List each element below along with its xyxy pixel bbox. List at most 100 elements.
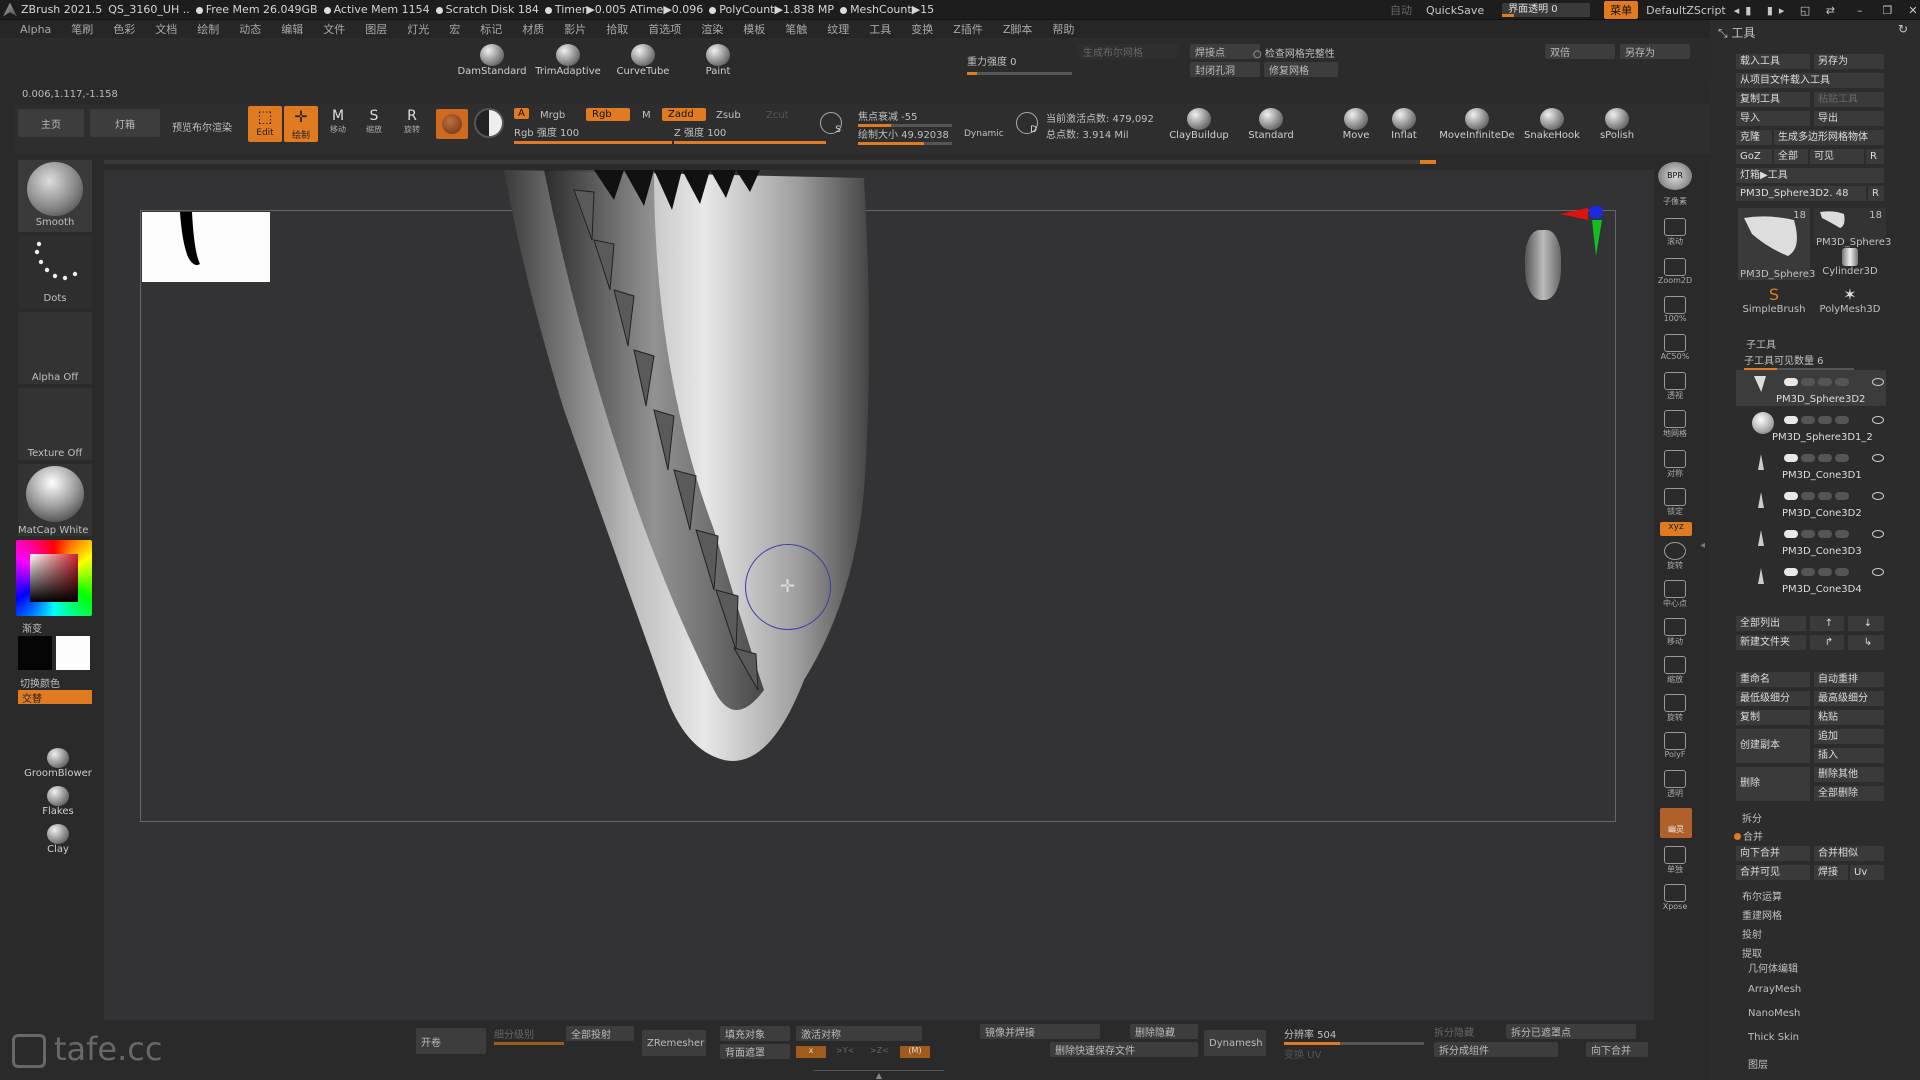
symmetry-button[interactable]: 对称 (1654, 450, 1696, 479)
menu-material[interactable]: 材质 (522, 21, 544, 37)
lowest-subdiv-button[interactable]: 最低级细分 (1736, 691, 1810, 706)
delete-all-button[interactable]: 全部删除 (1814, 786, 1884, 801)
menu-stencil[interactable]: 模板 (743, 21, 765, 37)
new-folder-button[interactable]: 新建文件夹 (1736, 635, 1806, 650)
layout-icons[interactable]: ◂▮ ▮▸ ◱ ⇄ (1734, 4, 1841, 17)
split-masked-button[interactable]: 拆分已遮罩点 (1506, 1024, 1636, 1039)
check-mesh-toggle[interactable]: ○ 检查网格完整性 (1253, 45, 1335, 60)
scroll-button[interactable]: 滚动 (1654, 218, 1696, 247)
restore-icon[interactable]: ❐ (1883, 4, 1893, 17)
nanomesh-section[interactable]: NanoMesh (1748, 1008, 1800, 1019)
subtool-item[interactable]: PM3D_Sphere3D2 (1740, 372, 1890, 406)
shelf-brush-move[interactable]: Move (1336, 108, 1376, 141)
transparency-button[interactable]: 透明 (1654, 770, 1696, 799)
shelf-brush-inflat[interactable]: Inflat (1384, 108, 1424, 141)
material-swatch-button[interactable] (436, 109, 468, 139)
delete-hidden-button[interactable]: 删除隐藏 (1130, 1024, 1198, 1039)
symmetry-x-button[interactable]: x (796, 1046, 826, 1058)
subtool-visibility-icon[interactable] (1872, 378, 1884, 386)
menu-texture[interactable]: 纹理 (827, 21, 849, 37)
load-from-project-button[interactable]: 从项目文件载入工具 (1736, 73, 1884, 88)
weld-button[interactable]: 焊接 (1814, 865, 1848, 880)
menu-macro[interactable]: 宏 (449, 21, 460, 37)
shelf-brush-standard[interactable]: Standard (1240, 108, 1302, 141)
subtool-visibility-icon[interactable] (1872, 492, 1884, 500)
export-button[interactable]: 导出 (1814, 111, 1884, 126)
rotate-view-button-2[interactable]: 旋转 (1654, 694, 1696, 723)
lazy-mouse-d-icon[interactable]: D (1016, 112, 1038, 135)
folder-action-button-2[interactable]: ↳ (1848, 635, 1884, 650)
dynamic-toggle[interactable]: Dynamic (964, 129, 1004, 139)
close-icon[interactable]: ✕ (1908, 4, 1917, 17)
goz-all-button[interactable]: 全部 (1774, 149, 1808, 164)
project-section[interactable]: 投射 (1742, 926, 1762, 941)
clay-brush[interactable]: Clay (18, 824, 98, 855)
load-tool-button[interactable]: 载入工具 (1736, 54, 1810, 69)
paste-tool-button[interactable]: 粘贴工具 (1814, 92, 1884, 107)
brush-trimadaptive[interactable]: TrimAdaptive (530, 44, 606, 77)
refresh-icon[interactable]: ↻ (1898, 22, 1908, 36)
tool-thumb-simplebrush[interactable]: S SimpleBrush (1738, 286, 1810, 318)
a-toggle[interactable]: A (514, 108, 529, 119)
geometry-edit-section[interactable]: 几何体编辑 (1748, 960, 1798, 975)
scale-view-button[interactable]: 缩放 (1654, 656, 1696, 685)
alternate-button[interactable]: 交替 (18, 690, 92, 705)
clone-button[interactable]: 克隆 (1736, 130, 1772, 145)
bottom-shelf-handle[interactable]: ▲ (814, 1070, 944, 1080)
menu-file[interactable]: 文件 (323, 21, 345, 37)
symmetry-m-button[interactable]: (M) (900, 1046, 930, 1058)
subtool-visibility-icon[interactable] (1872, 416, 1884, 424)
draw-button[interactable]: ✛ 绘制 (284, 106, 318, 142)
dynamesh-button[interactable]: Dynamesh (1204, 1030, 1266, 1056)
lazy-mouse-s-icon[interactable]: S (820, 112, 842, 135)
goz-r-button[interactable]: R (1866, 149, 1884, 164)
extract-section[interactable]: 提取 (1742, 945, 1762, 960)
primary-color-swatch[interactable] (56, 636, 90, 670)
subtool-copy-button[interactable]: 复制 (1736, 710, 1810, 725)
sculpt-model[interactable] (464, 170, 1024, 780)
activate-symmetry-button[interactable]: 激活对称 (796, 1026, 922, 1041)
menu-marker[interactable]: 标记 (480, 21, 502, 37)
uv-button[interactable]: Uv (1850, 865, 1884, 880)
folder-action-button[interactable]: ↱ (1810, 635, 1844, 650)
delete-quicksave-button[interactable]: 删除快速保存文件 (1050, 1042, 1198, 1057)
menu-layer[interactable]: 图层 (365, 21, 387, 37)
subtool-item[interactable]: PM3D_Cone3D2 (1740, 486, 1890, 520)
auto-reorder-button[interactable]: 自动重排 (1814, 672, 1884, 687)
subtool-paste-button[interactable]: 粘贴 (1814, 710, 1884, 725)
dots-stroke-button[interactable]: Dots (18, 236, 92, 308)
menu-picker[interactable]: 拾取 (606, 21, 628, 37)
move-up-button[interactable]: ↑ (1810, 616, 1844, 631)
pivot-button[interactable]: 中心点 (1654, 580, 1696, 609)
thick-skin-section[interactable]: Thick Skin (1748, 1032, 1799, 1043)
axis-gizmo[interactable] (1558, 206, 1608, 260)
lock-button[interactable]: 锁定 (1654, 488, 1696, 517)
menu-draw[interactable]: 绘制 (197, 21, 219, 37)
home-button[interactable]: 主页 (18, 109, 84, 137)
fill-object-button[interactable]: 填充对象 (720, 1026, 790, 1041)
move-view-button[interactable]: 移动 (1654, 618, 1696, 647)
rgb-toggle[interactable]: Rgb (586, 108, 630, 121)
list-all-button[interactable]: 全部列出 (1736, 616, 1806, 631)
layers-section[interactable]: 图层 (1748, 1056, 1768, 1071)
delete-button[interactable]: 删除 (1736, 767, 1810, 801)
rotate-mode-button[interactable]: R 旋转 (396, 108, 428, 135)
brush-damstandard[interactable]: DamStandard (455, 44, 529, 77)
color-picker[interactable] (16, 540, 92, 616)
poly-uv-button[interactable]: 变换 UV (1284, 1046, 1321, 1061)
edit-button[interactable]: ⬚ Edit (248, 106, 282, 142)
minimize-icon[interactable]: – (1857, 4, 1863, 17)
merge-down-bottom-button[interactable]: 向下合并 (1586, 1042, 1648, 1057)
make-polymesh-button[interactable]: 生成多边形网格物体 (1774, 130, 1884, 145)
arraymesh-section[interactable]: ArrayMesh (1748, 984, 1801, 995)
ghost-button[interactable]: 幽灵 (1660, 808, 1692, 838)
merge-similar-button[interactable]: 合并相似 (1814, 846, 1884, 861)
repair-mesh-button[interactable]: 修复网格 (1264, 62, 1338, 77)
split-groups-button[interactable]: 拆分成组件 (1434, 1042, 1558, 1057)
rename-button[interactable]: 重命名 (1736, 672, 1810, 687)
highest-subdiv-button[interactable]: 最高级细分 (1814, 691, 1884, 706)
insert-button[interactable]: 插入 (1814, 748, 1884, 763)
current-tool-r-button[interactable]: R (1868, 186, 1884, 201)
mrgb-toggle[interactable]: Mrgb (540, 110, 565, 121)
merge-visible-button[interactable]: 合并可见 (1736, 865, 1810, 880)
